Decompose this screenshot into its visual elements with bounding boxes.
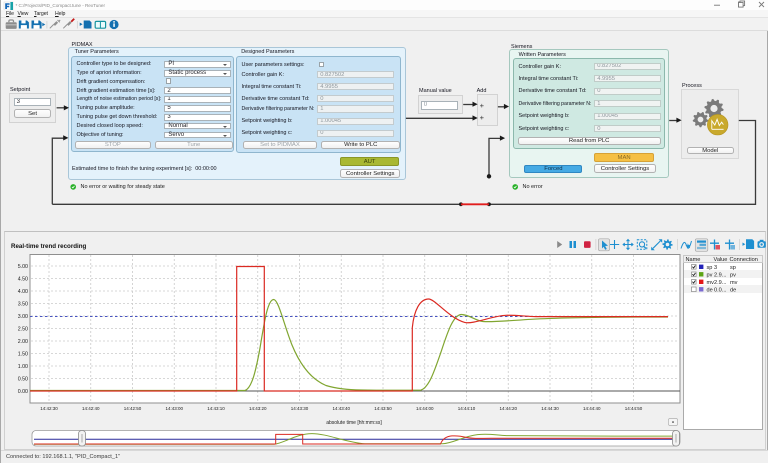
svg-text:14:42:30: 14:42:30 (40, 406, 58, 411)
svg-text:14:42:40: 14:42:40 (82, 406, 100, 411)
svg-text:mv: mv (730, 280, 738, 286)
svg-text:14:44:20: 14:44:20 (499, 406, 517, 411)
svg-text:14:44:50: 14:44:50 (625, 406, 643, 411)
svg-text:2.9...: 2.9... (714, 280, 727, 286)
svg-text:14:43:00: 14:43:00 (165, 406, 183, 411)
svg-text:1.00: 1.00 (18, 364, 28, 370)
svg-text:pv: pv (730, 272, 736, 278)
svg-text:14:44:00: 14:44:00 (416, 406, 434, 411)
svg-text:5.00: 5.00 (18, 264, 28, 270)
svg-text:14:43:20: 14:43:20 (249, 406, 267, 411)
svg-text:0.0...: 0.0... (714, 287, 727, 293)
svg-text:14:44:10: 14:44:10 (458, 406, 476, 411)
svg-text:3.00: 3.00 (18, 314, 28, 320)
svg-text:mv: mv (706, 280, 714, 286)
svg-text:14:43:10: 14:43:10 (207, 406, 225, 411)
svg-text:4.00: 4.00 (18, 289, 28, 295)
svg-text:1.50: 1.50 (18, 352, 28, 358)
svg-text:4.50: 4.50 (18, 277, 28, 283)
svg-text:de: de (706, 287, 712, 293)
svg-text:sp: sp (730, 265, 736, 271)
svg-text:14:44:30: 14:44:30 (541, 406, 559, 411)
svg-text:14:42:50: 14:42:50 (124, 406, 142, 411)
svg-text:3.50: 3.50 (18, 302, 28, 308)
svg-text:2.50: 2.50 (18, 327, 28, 333)
svg-text:sp: sp (706, 265, 712, 271)
svg-text:pv: pv (706, 272, 712, 278)
svg-text:14:44:40: 14:44:40 (583, 406, 601, 411)
svg-text:2.9...: 2.9... (714, 272, 727, 278)
svg-text:3: 3 (714, 265, 717, 271)
svg-text:2.00: 2.00 (18, 339, 28, 345)
svg-text:de: de (730, 287, 736, 293)
svg-text:14:43:30: 14:43:30 (291, 406, 309, 411)
svg-text:14:43:50: 14:43:50 (374, 406, 392, 411)
svg-text:14:43:40: 14:43:40 (332, 406, 350, 411)
svg-text:0.50: 0.50 (18, 377, 28, 383)
svg-text:0.00: 0.00 (18, 389, 28, 395)
